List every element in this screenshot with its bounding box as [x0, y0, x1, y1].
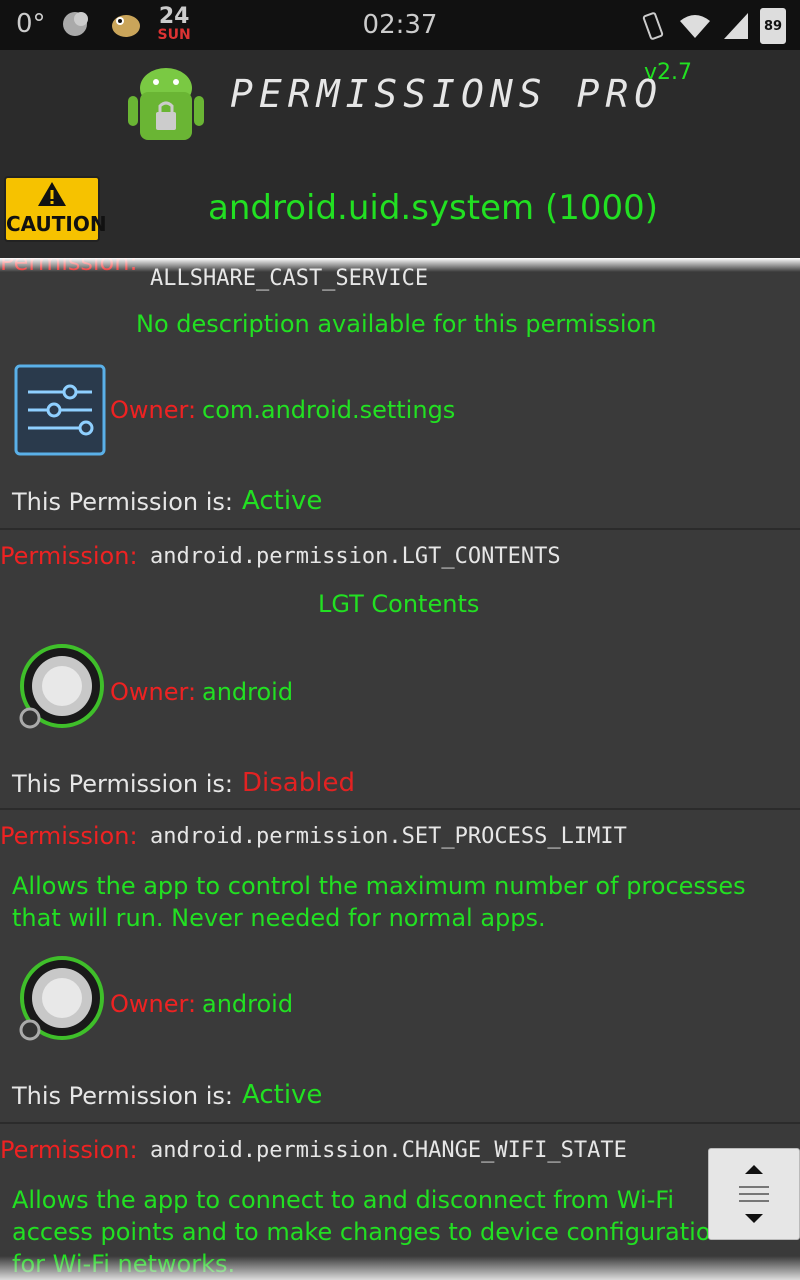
permission-label: Permission:: [0, 542, 138, 570]
uid-title: android.uid.system (1000): [208, 188, 659, 228]
status-label: This Permission is:: [12, 488, 234, 516]
scroll-arrows-icon: [739, 1165, 769, 1223]
permission-name: android.permission.CHANGE_WIFI_STATE: [150, 1138, 627, 1163]
android-system-icon: [16, 956, 106, 1050]
warning-triangle-icon: [38, 182, 66, 206]
status-value: Disabled: [242, 768, 355, 798]
owner-value: android: [202, 990, 294, 1018]
status-bar: 0° 24 SUN 02:37 89: [0, 0, 800, 50]
battery-icon: 89: [760, 8, 786, 44]
status-right: 89: [638, 8, 786, 44]
wifi-icon: [680, 15, 710, 38]
owner-value: android: [202, 678, 294, 706]
permission-label: Permission:: [0, 1136, 138, 1164]
permission-name: android.permission.LGT_CONTENTS: [150, 544, 561, 569]
permission-label: Permission:: [0, 822, 138, 850]
status-value: Active: [242, 1080, 323, 1110]
app-header: PERMISSIONS PRO v2.7 CAUTION android.uid…: [0, 50, 800, 258]
android-lock-logo-icon: [128, 68, 204, 140]
permission-description-line-2: access points and to make changes to dev…: [12, 1218, 726, 1246]
owner-label: Owner:: [110, 990, 197, 1018]
caution-badge: CAUTION: [4, 176, 107, 242]
owner-label: Owner:: [110, 396, 197, 424]
permission-item[interactable]: Permission: ALLSHARE_CAST_SERVICE No des…: [0, 258, 800, 530]
status-value: Active: [242, 486, 323, 516]
permission-description: LGT Contents: [318, 590, 480, 618]
list-top-fade: [0, 258, 800, 272]
app-version: v2.7: [644, 60, 693, 85]
caution-label: CAUTION: [6, 212, 107, 236]
android-system-icon: [16, 644, 106, 738]
list-bottom-fade: [0, 1256, 800, 1280]
permission-item[interactable]: Permission: android.permission.SET_PROCE…: [0, 808, 800, 1124]
status-label: This Permission is:: [12, 1082, 234, 1110]
fast-scroll-button[interactable]: [708, 1148, 800, 1240]
vibrate-icon: [642, 12, 664, 40]
signal-icon: [724, 13, 748, 39]
permission-list[interactable]: Permission: ALLSHARE_CAST_SERVICE No des…: [0, 258, 800, 1280]
owner-value: com.android.settings: [202, 396, 456, 424]
permission-description-line-1: Allows the app to control the maximum nu…: [12, 872, 746, 900]
status-label: This Permission is:: [12, 770, 234, 798]
owner-label: Owner:: [110, 678, 197, 706]
settings-sliders-icon: [14, 364, 106, 460]
permission-description-line-2: that will run. Never needed for normal a…: [12, 904, 546, 932]
permission-name: android.permission.SET_PROCESS_LIMIT: [150, 824, 627, 849]
permission-description-line-1: Allows the app to connect to and disconn…: [12, 1186, 674, 1214]
permission-item[interactable]: Permission: android.permission.LGT_CONTE…: [0, 528, 800, 810]
app-title: PERMISSIONS PRO: [230, 72, 664, 116]
permission-description: No description available for this permis…: [136, 310, 657, 338]
